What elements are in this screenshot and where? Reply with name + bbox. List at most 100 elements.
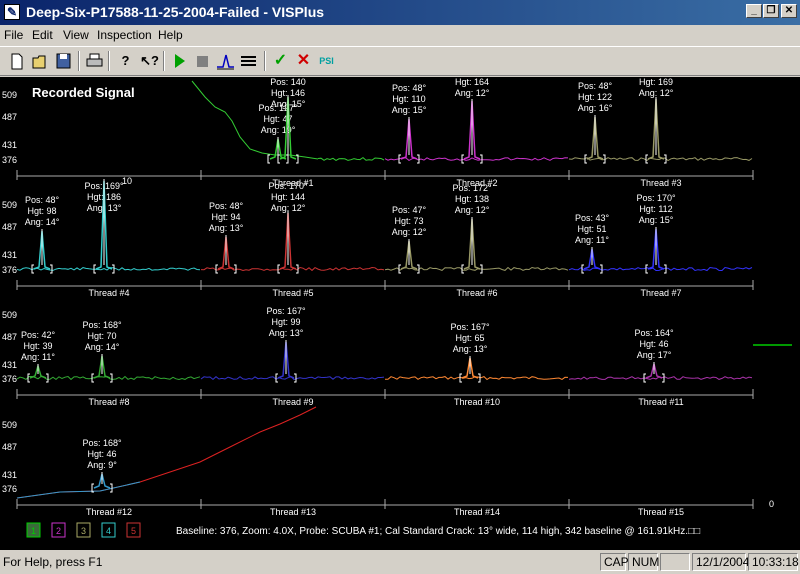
toolbar-separator <box>264 51 266 71</box>
peak-bracket <box>603 154 606 164</box>
peak-pos-label: Pos: 42° <box>21 330 56 340</box>
peak-bracket <box>110 483 113 493</box>
peak-ang-label: Ang: 13° <box>269 328 304 338</box>
status-time: 10:33:18 <box>748 553 799 571</box>
peak-hgt-label: Hgt: 94 <box>211 212 240 222</box>
thread-label: Thread #4 <box>88 288 129 298</box>
reject-icon[interactable]: ✕ <box>292 50 315 72</box>
help-hint: For Help, press F1 <box>3 555 103 569</box>
peak-bracket <box>584 154 587 164</box>
peak-ang-label: Ang: 14° <box>25 217 60 227</box>
peak-hgt-label: Hgt: 122 <box>578 92 612 102</box>
open-folder-icon[interactable] <box>29 50 52 72</box>
peak-hgt-label: Hgt: 73 <box>394 216 423 226</box>
thread-label: Thread #11 <box>638 397 683 407</box>
peak-bracket <box>664 264 667 274</box>
menu-view[interactable]: View <box>63 28 89 42</box>
maximize-button[interactable]: ❐ <box>763 4 779 18</box>
psi-button[interactable]: PSI <box>315 50 338 72</box>
peak-pos-label: Pos: 170° <box>268 181 308 191</box>
peak-ang-label: Ang: 11° <box>21 352 55 362</box>
signal-trace <box>16 481 141 499</box>
context-help-icon[interactable]: ↖? <box>138 50 161 72</box>
status-date: 12/1/2004 <box>692 553 749 571</box>
new-file-icon[interactable] <box>5 50 28 72</box>
peak-bracket <box>277 154 280 164</box>
y-tick-label: 376 <box>2 155 17 165</box>
peak-pos-label: Pos: 48° <box>209 201 244 211</box>
y-tick-label: 487 <box>2 332 17 342</box>
peak-pos-label: Pos: 48° <box>578 81 613 91</box>
peak-ang-label: Ang: 12° <box>271 203 306 213</box>
close-button[interactable]: ✕ <box>781 4 797 18</box>
thread-label: Thread #14 <box>454 507 500 517</box>
peak-bracket <box>664 154 667 164</box>
num-lock-indicator: NUM <box>628 553 659 571</box>
peak-ang-label: Ang: 9° <box>87 460 117 470</box>
menu-bar: File Edit View Inspection Help <box>0 25 800 45</box>
peak-pos-label: Pos: 167° <box>266 306 306 316</box>
scroll-indicator <box>660 553 690 571</box>
minimize-button[interactable]: _ <box>746 4 762 18</box>
peak-hgt-label: Ang: 12° <box>455 88 490 98</box>
window-title: Deep-Six-P17588-11-25-2004-Failed - VISP… <box>26 4 325 20</box>
peak-hgt-label: Hgt: 46 <box>87 449 116 459</box>
peak-bracket <box>398 264 401 274</box>
peak-hgt-label: Hgt: 144 <box>271 192 305 202</box>
peak-bracket <box>46 373 49 383</box>
menu-inspection[interactable]: Inspection <box>97 28 152 42</box>
peak-bracket <box>645 154 648 164</box>
peak-ang-label: Ang: 11° <box>575 235 609 245</box>
peak-hgt-label: Hgt: 112 <box>639 204 672 214</box>
menu-help[interactable]: Help <box>158 28 183 42</box>
peak-hgt-label: Hgt: 98 <box>27 206 56 216</box>
print-icon[interactable] <box>83 50 106 72</box>
y-tick-label: 431 <box>2 360 17 370</box>
peak-hgt-label: Hgt: 146 <box>271 88 305 98</box>
status-bar: For Help, press F1 CAP NUM 12/1/2004 10:… <box>0 550 800 574</box>
thread-label: Thread #6 <box>456 288 497 298</box>
peak-ang-label: Ang: 13° <box>209 223 244 233</box>
peak-bracket <box>234 264 237 274</box>
help-icon[interactable]: ? <box>114 50 137 72</box>
signal-display[interactable]: Recorded Signal 509 487 431 376 Thread #1 Thre… <box>0 77 800 550</box>
y-tick-label: 431 <box>2 250 17 260</box>
toolbar-separator <box>163 51 165 71</box>
peak-bracket <box>478 373 481 383</box>
y-tick-label: 431 <box>2 470 17 480</box>
peak-hgt-label: Hgt: 46 <box>639 339 668 349</box>
peak-hgt-label: Hgt: 39 <box>23 341 52 351</box>
peak-hgt-label: Hgt: 51 <box>577 224 606 234</box>
peak-ang-label: Ang: 13° <box>453 344 488 354</box>
menu-file[interactable]: File <box>4 28 23 42</box>
y-tick-label: 376 <box>2 374 17 384</box>
checkmark-icon[interactable]: ✓ <box>269 50 292 72</box>
peak-pos-label: Pos: 140 <box>270 77 306 87</box>
thread-label: Thread #12 <box>86 507 132 517</box>
stray-value: 10 <box>122 176 132 186</box>
peak-pos-label: Pos: 164° <box>634 328 674 338</box>
peak-pos-label: Pos: 167° <box>450 322 490 332</box>
peak-pos-label: Hgt: 169 <box>639 77 673 87</box>
menu-edit[interactable]: Edit <box>32 28 53 42</box>
peak-ang-label: Ang: 17° <box>637 350 672 360</box>
y-tick-label: 487 <box>2 442 17 452</box>
peak-pos-label: Pos: 43° <box>575 213 610 223</box>
y-tick-label: 509 <box>2 90 17 100</box>
channel-button-label: 1 <box>31 526 36 536</box>
play-icon[interactable] <box>168 50 191 72</box>
peak-icon[interactable] <box>214 50 237 72</box>
thread-label: Thread #13 <box>270 507 316 517</box>
peak-ang-label: Ang: 15° <box>639 215 674 225</box>
peak-bracket <box>645 264 648 274</box>
info-line: Baseline: 376, Zoom: 4.0X, Probe: SCUBA … <box>176 526 700 537</box>
save-icon[interactable] <box>52 50 75 72</box>
y-tick-label: 509 <box>2 310 17 320</box>
list-icon[interactable] <box>237 50 260 72</box>
peak-ang-label: Ang: 15° <box>271 99 306 109</box>
signal-trace <box>317 156 385 161</box>
peak-ang-label: Ang: 16° <box>578 103 613 113</box>
app-icon[interactable]: ✎ <box>4 4 20 20</box>
peak-pos-label: Pos: 169° <box>84 181 124 191</box>
stop-icon[interactable] <box>191 50 214 72</box>
